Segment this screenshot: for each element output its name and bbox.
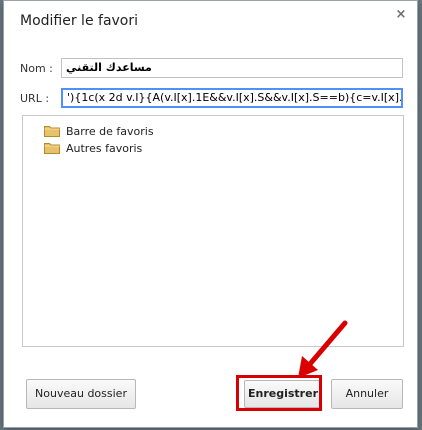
name-label: Nom : xyxy=(20,62,53,75)
save-button[interactable]: Enregistrer xyxy=(244,380,322,408)
url-field-value: '){1c(x 2d v.I}{A(v.I[x].1E&&v.I[x].S&&v… xyxy=(67,91,403,104)
url-label: URL : xyxy=(20,92,50,105)
edit-bookmark-dialog: Modifier le favori × Nom : مساعدك التقني… xyxy=(3,0,418,428)
folder-icon xyxy=(44,126,60,137)
folder-label: Autres favoris xyxy=(66,141,143,155)
url-field[interactable]: '){1c(x 2d v.I}{A(v.I[x].1E&&v.I[x].S&&v… xyxy=(61,88,403,108)
cancel-button[interactable]: Annuler xyxy=(331,379,403,409)
folder-tree[interactable]: Barre de favoris Autres favoris xyxy=(22,115,404,347)
folder-item-other-bookmarks[interactable]: Autres favoris xyxy=(44,140,142,156)
folder-label: Barre de favoris xyxy=(66,124,154,138)
close-icon[interactable]: × xyxy=(393,7,409,23)
name-field-value: مساعدك التقني xyxy=(66,61,152,74)
name-field[interactable]: مساعدك التقني xyxy=(61,58,403,78)
folder-item-bookmarks-bar[interactable]: Barre de favoris xyxy=(44,123,154,139)
dialog-title: Modifier le favori xyxy=(20,13,139,29)
new-folder-button[interactable]: Nouveau dossier xyxy=(26,379,136,409)
folder-icon xyxy=(44,143,60,154)
